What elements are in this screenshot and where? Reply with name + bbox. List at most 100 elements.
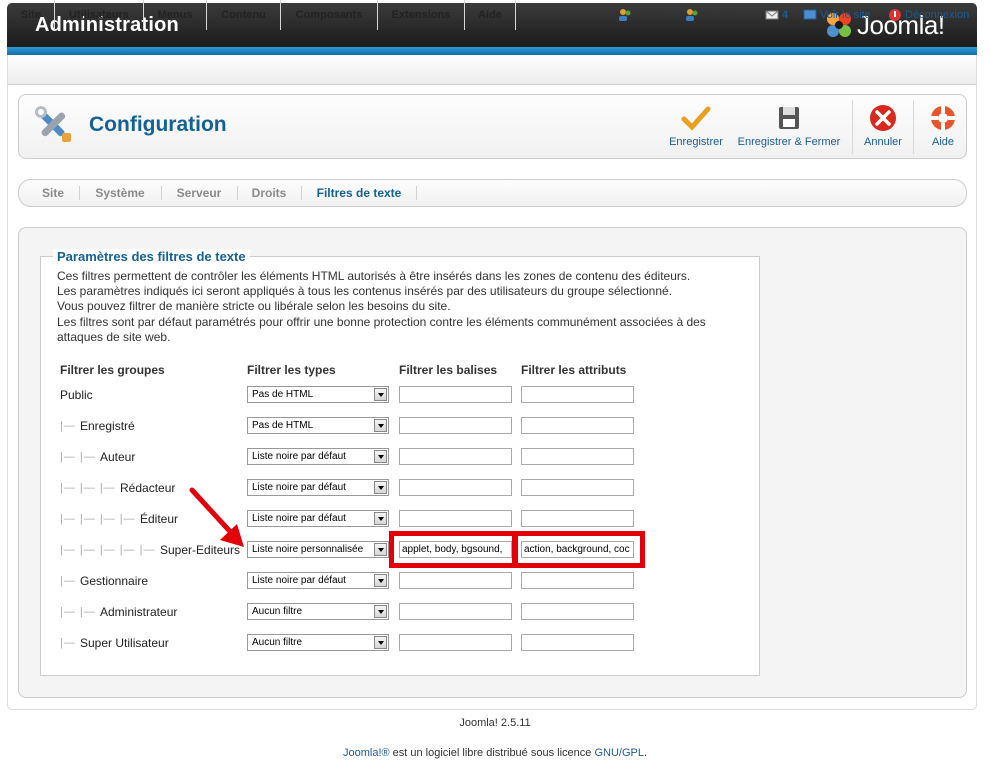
joomla-link[interactable]: Joomla!® [343, 747, 390, 759]
cancel-button[interactable]: Annuler [861, 104, 905, 148]
filter-tags-input[interactable] [399, 634, 512, 651]
close-icon [870, 105, 896, 131]
menu-contenu[interactable]: Contenu [207, 0, 281, 30]
page-title: Configuration [89, 113, 227, 136]
group-name: Rédacteur [120, 481, 176, 495]
header-attributes: Filtrer les attributs [521, 363, 627, 377]
menu-site[interactable]: Site [8, 0, 55, 30]
filter-attributes-input[interactable] [521, 448, 634, 465]
cancel-label: Annuler [864, 136, 902, 148]
tab-filtres-de-texte[interactable]: Filtres de texte [307, 179, 411, 207]
checkmark-icon [681, 106, 711, 131]
chevron-down-icon[interactable] [374, 388, 387, 401]
header-types: Filtrer les types [247, 363, 336, 377]
toolbar-separator [913, 100, 914, 154]
license-text: est un logiciel libre distribué sous lic… [389, 747, 595, 759]
chevron-down-icon[interactable] [374, 419, 387, 432]
group-name: Enregistré [80, 419, 135, 433]
filter-tags-input[interactable] [399, 572, 512, 589]
footer-license: Joomla!® est un logiciel libre distribué… [0, 747, 990, 759]
help-button[interactable]: Aide [924, 104, 962, 148]
status-messages[interactable]: 4 [765, 0, 788, 30]
filter-tags-input[interactable] [399, 386, 512, 403]
menu-extensions[interactable]: Extensions [378, 0, 465, 30]
floppy-icon [779, 107, 799, 129]
fieldset-legend: Paramètres des filtres de texte [53, 249, 250, 264]
save-close-button[interactable]: Enregistrer & Fermer [737, 104, 841, 148]
tree-indent: |— |— |— [60, 482, 116, 494]
filter-tags-input[interactable] [399, 479, 512, 496]
tab-droits[interactable]: Droits [243, 179, 295, 207]
chevron-down-icon[interactable] [374, 512, 387, 525]
filter-type-value: Pas de HTML [252, 389, 314, 400]
tools-icon [32, 103, 74, 145]
lifebuoy-icon [931, 106, 955, 130]
chevron-down-icon[interactable] [374, 605, 387, 618]
filter-type-select[interactable]: Aucun filtre [247, 634, 389, 651]
tree-indent: |— [60, 420, 76, 432]
site-count: (2) Site [635, 9, 671, 21]
admin-count: (1) Admin [702, 9, 750, 21]
power-icon [889, 9, 901, 21]
description-line: Vous pouvez filtrer de manière stricte o… [57, 299, 451, 313]
menu-menus[interactable]: Menus [144, 0, 207, 30]
save-button[interactable]: Enregistrer [665, 104, 727, 148]
filter-type-value: Liste noire personnalisée [252, 544, 364, 555]
save-close-label: Enregistrer & Fermer [737, 136, 841, 148]
filter-attributes-input[interactable] [521, 417, 634, 434]
group-name: Gestionnaire [80, 574, 149, 588]
description-line: attaques de site web. [57, 330, 171, 344]
filter-attributes-input[interactable] [521, 479, 634, 496]
filter-type-select[interactable]: Pas de HTML [247, 417, 389, 434]
filter-type-select[interactable]: Liste noire par défaut [247, 479, 389, 496]
tab-systeme[interactable]: Système [85, 179, 155, 207]
filter-tags-input[interactable] [399, 448, 512, 465]
filter-type-value: Aucun filtre [252, 606, 303, 617]
header-stripe [7, 47, 977, 55]
filter-type-select[interactable]: Liste noire par défaut [247, 448, 389, 465]
view-site-label: Voir le site [820, 9, 871, 21]
group-name: Administrateur [100, 605, 178, 619]
message-count: 4 [782, 9, 789, 21]
chevron-down-icon[interactable] [374, 636, 387, 649]
filter-type-value: Liste noire par défaut [252, 451, 346, 462]
chevron-down-icon[interactable] [374, 481, 387, 494]
filter-type-select[interactable]: Liste noire par défaut [247, 572, 389, 589]
tree-indent: |— |— [60, 451, 96, 463]
tab-separator [79, 186, 80, 200]
toolbar-separator [852, 100, 853, 154]
filter-type-value: Aucun filtre [252, 637, 303, 648]
chevron-down-icon[interactable] [374, 450, 387, 463]
tab-site[interactable]: Site [33, 179, 73, 207]
menu-aide[interactable]: Aide [465, 0, 516, 30]
tab-separator [416, 186, 417, 200]
filter-type-select[interactable]: Liste noire par défaut [247, 510, 389, 527]
chevron-down-icon[interactable] [374, 574, 387, 587]
description-line: Les paramètres indiqués ici seront appli… [57, 284, 673, 298]
annotation-arrow-icon [189, 487, 244, 547]
menu-utilisateurs[interactable]: Utilisateurs [55, 0, 144, 30]
filter-type-select[interactable]: Aucun filtre [247, 603, 389, 620]
filter-attributes-input[interactable] [521, 634, 634, 651]
filter-attributes-input[interactable] [521, 572, 634, 589]
view-site-link[interactable]: Voir le site [803, 0, 871, 30]
filter-tags-input[interactable] [399, 417, 512, 434]
filter-type-select[interactable]: Pas de HTML [247, 386, 389, 403]
tab-serveur[interactable]: Serveur [167, 179, 231, 207]
filter-tags-input[interactable] [399, 603, 512, 620]
logout-link[interactable]: Déconnexion [888, 0, 969, 30]
tree-indent: |— [60, 575, 76, 587]
filter-attributes-input[interactable] [521, 386, 634, 403]
save-label: Enregistrer [669, 136, 723, 148]
filter-type-value: Liste noire par défaut [252, 513, 346, 524]
main-menu [7, 55, 977, 85]
menu-composants[interactable]: Composants [281, 0, 378, 30]
gpl-link[interactable]: GNU/GPL [594, 747, 644, 759]
chevron-down-icon[interactable] [374, 543, 387, 556]
filter-tags-input[interactable] [399, 510, 512, 527]
tree-indent: |— [60, 637, 76, 649]
status-admin-users: (1) Admin [685, 0, 749, 30]
filter-attributes-input[interactable] [521, 510, 634, 527]
filter-attributes-input[interactable] [521, 603, 634, 620]
filter-type-select[interactable]: Liste noire personnalisée [247, 541, 389, 558]
